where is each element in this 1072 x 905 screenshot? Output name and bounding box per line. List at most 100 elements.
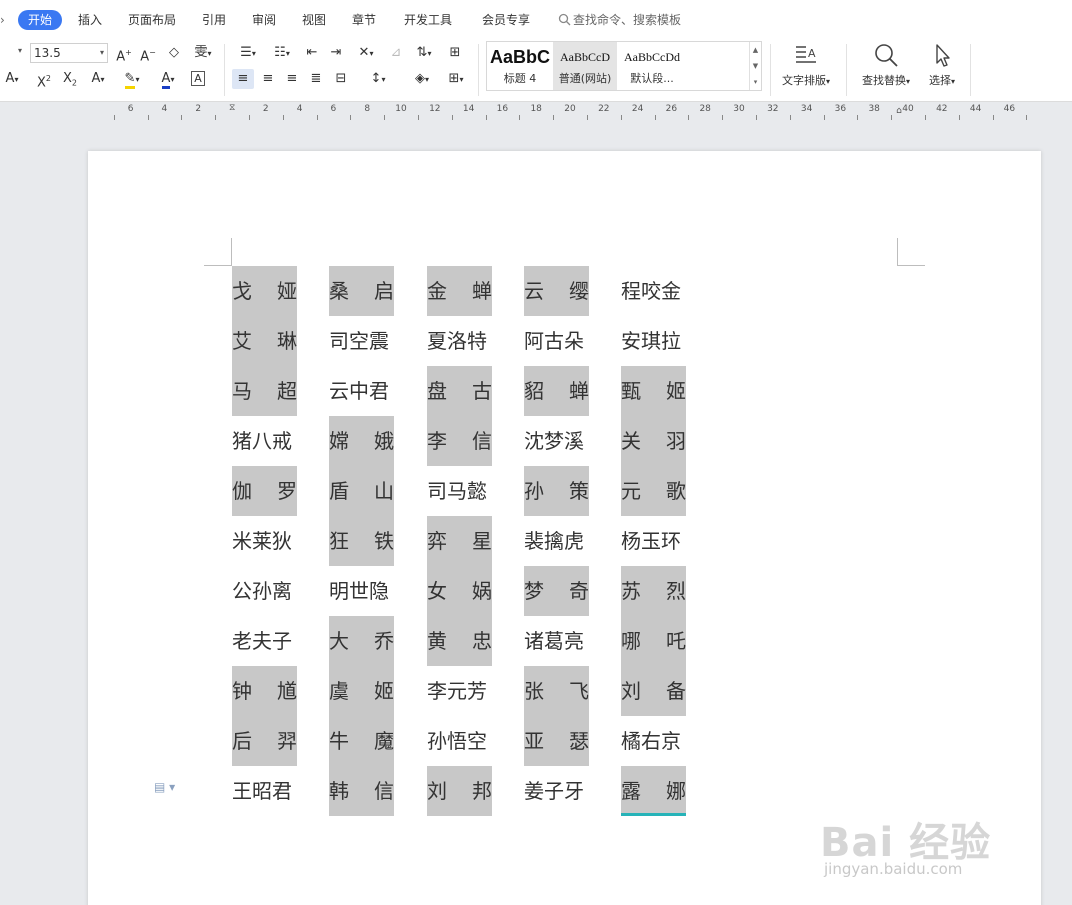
indent-marker-icon[interactable]: ⧖	[229, 103, 235, 113]
tab-references[interactable]: 引用	[202, 10, 226, 30]
name-cell[interactable]: 猪八戒	[232, 416, 297, 466]
font-style-icon[interactable]: A▾	[86, 69, 110, 89]
name-cell[interactable]: 孙策	[524, 466, 589, 516]
name-cell[interactable]: 女娲	[427, 566, 492, 616]
name-cell[interactable]: 露娜	[621, 766, 686, 816]
clear-format-icon[interactable]: ◇	[164, 43, 184, 63]
chevron-down-icon[interactable]: ▼	[750, 58, 761, 74]
name-cell[interactable]: 裴擒虎	[524, 516, 589, 566]
tab-developer[interactable]: 开发工具	[404, 10, 452, 30]
name-cell[interactable]: 明世隐	[329, 566, 394, 616]
name-cell[interactable]: 张飞	[524, 666, 589, 716]
name-cell[interactable]: 云中君	[329, 366, 394, 416]
name-cell[interactable]: 桑启	[329, 266, 394, 316]
tab-view[interactable]: 视图	[302, 10, 326, 30]
name-cell[interactable]: 亚瑟	[524, 716, 589, 766]
name-cell[interactable]: 盘古	[427, 366, 492, 416]
shading-icon[interactable]: ◈▾	[408, 69, 436, 89]
name-cell[interactable]: 王昭君	[232, 766, 297, 816]
name-cell[interactable]: 伽罗	[232, 466, 297, 516]
align-left-icon[interactable]: ≡	[232, 69, 254, 89]
font-color-icon[interactable]: A▾	[154, 69, 182, 89]
name-cell[interactable]: 沈梦溪	[524, 416, 589, 466]
name-cell[interactable]: 戈娅	[232, 266, 297, 316]
superscript-icon[interactable]: X2	[34, 69, 54, 90]
tab-review[interactable]: 审阅	[252, 10, 276, 30]
name-cell[interactable]: 诸葛亮	[524, 616, 589, 666]
name-cell[interactable]: 司马懿	[427, 466, 492, 516]
tab-insert[interactable]: 插入	[78, 10, 102, 30]
find-replace-button[interactable]: 查找替换▾	[856, 42, 916, 88]
borders-icon[interactable]: ⊞▾	[442, 69, 470, 89]
decrease-indent-icon[interactable]: ⇤	[302, 43, 322, 63]
name-cell[interactable]: 弈星	[427, 516, 492, 566]
align-right-icon[interactable]: ≡	[282, 69, 302, 89]
name-cell[interactable]: 程咬金	[621, 266, 686, 316]
name-cell[interactable]: 老夫子	[232, 616, 297, 666]
name-cell[interactable]: 大乔	[329, 616, 394, 666]
text-layout-button[interactable]: A 文字排版▾	[778, 42, 834, 88]
name-cell[interactable]: 狂铁	[329, 516, 394, 566]
name-cell[interactable]: 梦奇	[524, 566, 589, 616]
style-normal-web[interactable]: AaBbCcD 普通(网站)	[553, 42, 617, 90]
tab-home[interactable]: 开始	[18, 10, 63, 30]
command-search[interactable]: 查找命令、搜索模板	[558, 10, 681, 30]
name-cell[interactable]: 苏烈	[621, 566, 686, 616]
horizontal-ruler[interactable]: 6 4 2 2 4 6 8 10 12 14 16 18 20 22 24 26 28 30 32 34 36 38 40 4…	[104, 103, 1034, 121]
highlight-icon[interactable]: ✎▾	[118, 69, 146, 89]
name-cell[interactable]: 后羿	[232, 716, 297, 766]
gallery-scroll[interactable]: ▲ ▼ ▾	[749, 42, 761, 90]
justify-icon[interactable]: ≣	[306, 69, 326, 89]
paragraph-options-icon[interactable]: ▤ ▾	[154, 780, 175, 794]
name-cell[interactable]: 司空震	[329, 316, 394, 366]
distribute-icon[interactable]: ⊟	[330, 69, 352, 89]
text-direction-icon[interactable]: ⊿	[386, 43, 406, 63]
name-cell[interactable]: 刘备	[621, 666, 686, 716]
tab-member[interactable]: 会员专享	[482, 10, 530, 30]
name-cell[interactable]: 貂蝉	[524, 366, 589, 416]
show-marks-icon[interactable]: ⊞	[444, 43, 466, 63]
name-cell[interactable]: 杨玉环	[621, 516, 686, 566]
name-cell[interactable]: 安琪拉	[621, 316, 686, 366]
pinyin-guide-icon[interactable]: 雯▾	[188, 43, 218, 63]
name-cell[interactable]: 钟馗	[232, 666, 297, 716]
name-cell[interactable]: 夏洛特	[427, 316, 492, 366]
gallery-expand-icon[interactable]: ▾	[750, 74, 761, 90]
chinese-layout-icon[interactable]: ✕▾	[352, 43, 380, 63]
right-indent-marker-icon[interactable]: ⌂	[896, 106, 902, 116]
line-spacing-icon[interactable]: ↕▾	[364, 69, 392, 89]
align-center-icon[interactable]: ≡	[258, 69, 278, 89]
name-cell[interactable]: 橘右京	[621, 716, 686, 766]
name-cell[interactable]: 阿古朵	[524, 316, 589, 366]
name-cell[interactable]: 姜子牙	[524, 766, 589, 816]
name-cell[interactable]: 盾山	[329, 466, 394, 516]
bullet-list-icon[interactable]: ☰▾	[234, 43, 262, 63]
font-name-dropdown-arrow-icon[interactable]: ▾	[18, 46, 22, 55]
name-cell[interactable]: 元歌	[621, 466, 686, 516]
name-cell[interactable]: 艾琳	[232, 316, 297, 366]
char-border-icon[interactable]: A	[188, 69, 208, 89]
select-button[interactable]: 选择▾	[922, 42, 962, 88]
name-cell[interactable]: 虞姬	[329, 666, 394, 716]
numbered-list-icon[interactable]: ☷▾	[268, 43, 296, 63]
shrink-font-icon[interactable]: A−	[138, 43, 158, 64]
tab-page-layout[interactable]: 页面布局	[128, 10, 176, 30]
subscript-icon[interactable]: X2	[60, 69, 80, 89]
name-cell[interactable]: 韩信	[329, 766, 394, 816]
document-page[interactable]: 戈娅艾琳马超猪八戒伽罗米莱狄 公孙离 老夫子钟馗后羿王昭君桑启司空震 云中君嫦娥盾山狂…	[88, 151, 1041, 905]
grow-font-icon[interactable]: A+	[114, 43, 134, 64]
name-cell[interactable]: 米莱狄	[232, 516, 297, 566]
tab-chapter[interactable]: 章节	[352, 10, 376, 30]
name-cell[interactable]: 关羽	[621, 416, 686, 466]
name-cell[interactable]: 哪吒	[621, 616, 686, 666]
name-cell[interactable]: 刘邦	[427, 766, 492, 816]
name-cell[interactable]: 李信	[427, 416, 492, 466]
name-cell[interactable]: 李元芳	[427, 666, 492, 716]
name-cell[interactable]: 马超	[232, 366, 297, 416]
style-heading-4[interactable]: AaBbC 标题 4	[487, 42, 553, 90]
text-effect-icon[interactable]: A▾	[0, 69, 24, 89]
name-cell[interactable]: 公孙离	[232, 566, 297, 616]
chevron-up-icon[interactable]: ▲	[750, 42, 761, 58]
name-cell[interactable]: 牛魔	[329, 716, 394, 766]
name-cell[interactable]: 孙悟空	[427, 716, 492, 766]
